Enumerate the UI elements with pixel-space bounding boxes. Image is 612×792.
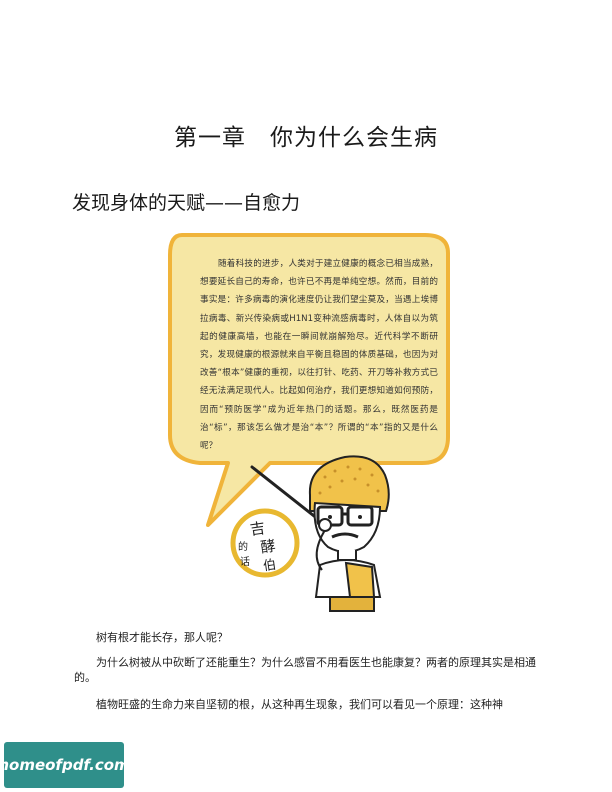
character-trousers: [329, 596, 375, 612]
speech-bubble-text: 随着科技的进步，人类对于建立健康的概念已相当成熟，想要延长自己的寿命，也许已不再…: [200, 259, 438, 452]
body-paragraph: 植物旺盛的生命力来自坚韧的根，从这种再生现象，我们可以看见一个原理：这种神: [96, 698, 503, 711]
character-hand: [318, 518, 332, 532]
watermark-badge[interactable]: homeofpdf.com: [0, 742, 130, 788]
svg-text:伯: 伯: [262, 558, 277, 575]
body-paragraph: 树有根才能长存，那人呢？: [96, 631, 228, 644]
svg-text:酵: 酵: [259, 537, 276, 557]
watermark-text: homeofpdf.com: [0, 756, 130, 774]
chapter-title: 第一章 你为什么会生病: [174, 125, 438, 151]
section-title: 发现身体的天赋——自愈力: [72, 192, 301, 214]
svg-text:话: 话: [240, 556, 250, 568]
body-paragraph: 为什么树被从中砍断了还能重生？为什么感冒不用看医生也能康复？两者的原理其实是相通…: [74, 656, 536, 684]
svg-text:的: 的: [238, 540, 248, 553]
signature-glyphs: 吉: [249, 519, 266, 539]
